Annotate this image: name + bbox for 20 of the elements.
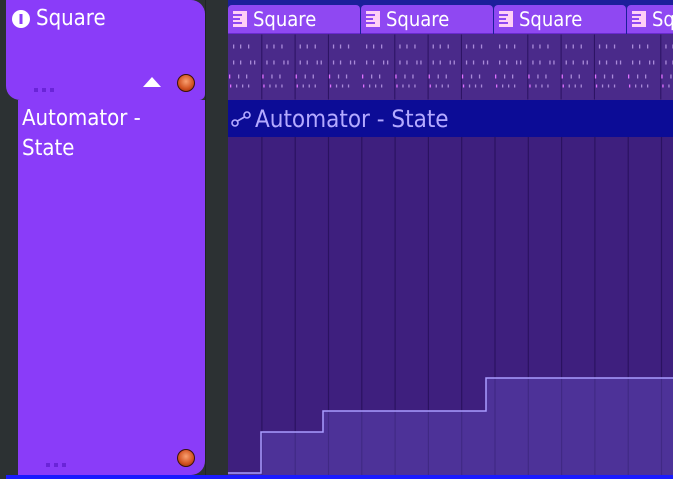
grip-icon[interactable] [34, 88, 54, 92]
node-link-icon [231, 110, 251, 126]
track-name: Square [36, 6, 106, 31]
automation-clip[interactable]: Automator - State [228, 100, 673, 137]
track-enable-button[interactable] [177, 74, 195, 92]
pattern-clip[interactable]: Square [494, 5, 626, 34]
pattern-clip[interactable]: Square [361, 5, 493, 34]
pattern-icon [499, 11, 513, 27]
pattern-icon [632, 11, 646, 27]
track-header[interactable]: Square [6, 0, 205, 100]
triangle-up-icon[interactable] [143, 77, 161, 87]
pattern-icon [233, 11, 247, 27]
grip-icon[interactable] [46, 463, 66, 467]
pattern-clip[interactable]: Sq [627, 5, 673, 34]
track-enable-button[interactable] [177, 449, 195, 467]
track-name: Automator - State [22, 105, 142, 163]
info-icon [12, 10, 30, 28]
track-header[interactable]: Automator - State [18, 100, 205, 475]
pattern-icon [366, 11, 380, 27]
pattern-clip[interactable]: Square [228, 5, 360, 34]
